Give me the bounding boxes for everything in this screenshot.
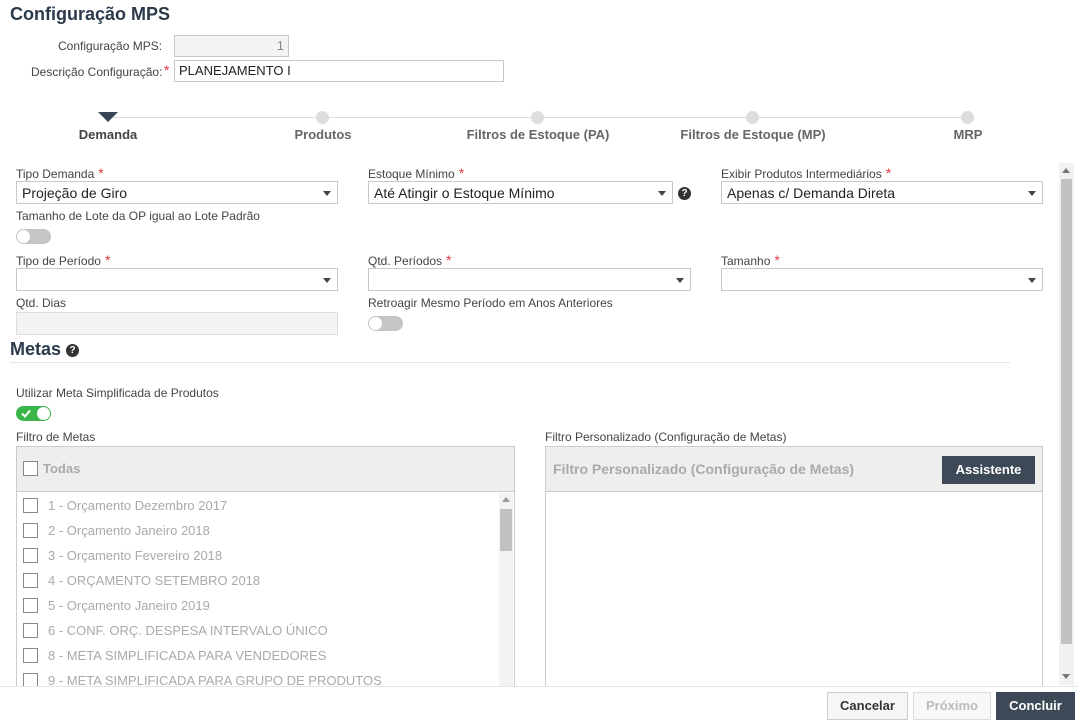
exibir-produtos-select[interactable]: Apenas c/ Demanda Direta <box>721 181 1043 204</box>
stepper-dot-mrp[interactable] <box>961 111 974 124</box>
utilizar-meta-label: Utilizar Meta Simplificada de Produtos <box>16 386 219 400</box>
scrollbar-thumb[interactable] <box>500 509 512 551</box>
qtd-dias-label: Qtd. Dias <box>16 296 67 310</box>
todas-checkbox[interactable] <box>23 461 38 476</box>
scroll-up-icon[interactable] <box>502 497 510 502</box>
stepper-dot-filtros-pa[interactable] <box>531 111 544 124</box>
config-mps-field: 1 <box>174 35 289 57</box>
chevron-down-icon <box>323 191 331 196</box>
tamanho-lote-toggle[interactable] <box>16 229 51 244</box>
stepper-active-marker <box>98 112 118 122</box>
step-mrp[interactable]: MRP <box>908 127 1028 142</box>
filtro-personalizado-title: Filtro Personalizado (Configuração de Me… <box>553 461 855 477</box>
step-filtros-pa[interactable]: Filtros de Estoque (PA) <box>448 127 628 142</box>
meta-checkbox[interactable] <box>23 598 38 613</box>
conclude-button[interactable]: Concluir <box>996 692 1075 720</box>
stepper-dot-filtros-mp[interactable] <box>746 111 759 124</box>
qtd-periodos-select[interactable] <box>368 268 691 291</box>
list-item: 3 - Orçamento Fevereiro 2018 <box>48 548 223 563</box>
tipo-demanda-select[interactable]: Projeção de Giro <box>16 181 338 204</box>
list-item: 1 - Orçamento Dezembro 2017 <box>48 498 228 513</box>
page-title: Configuração MPS <box>10 4 171 24</box>
chevron-down-icon <box>323 278 331 283</box>
step-demanda[interactable]: Demanda <box>48 127 168 142</box>
filtro-metas-header <box>17 447 514 492</box>
desc-config-input[interactable]: PLANEJAMENTO I <box>174 60 504 82</box>
metas-divider <box>10 362 1010 363</box>
list-item: 8 - META SIMPLIFICADA PARA VENDEDORES <box>48 648 327 663</box>
qtd-periodos-label: Qtd. Períodos * <box>368 252 452 268</box>
filtro-personalizado-label: Filtro Personalizado (Configuração de Me… <box>545 430 787 444</box>
list-item: 2 - Orçamento Janeiro 2018 <box>48 523 210 538</box>
qtd-dias-input <box>16 312 338 335</box>
scroll-up-icon[interactable] <box>1062 168 1070 173</box>
assistente-button[interactable]: Assistente <box>942 456 1035 484</box>
required-mark: * <box>164 62 170 78</box>
meta-checkbox[interactable] <box>23 523 38 538</box>
list-item: 4 - ORÇAMENTO SETEMBRO 2018 <box>48 573 261 588</box>
chevron-down-icon <box>676 278 684 283</box>
exibir-produtos-label: Exibir Produtos Intermediários * <box>721 165 892 181</box>
tipo-periodo-label: Tipo de Período * <box>16 252 111 268</box>
page-scrollbar-thumb[interactable] <box>1061 179 1072 644</box>
stepper-dot-produtos[interactable] <box>316 111 329 124</box>
meta-checkbox[interactable] <box>23 623 38 638</box>
page-scrollbar[interactable] <box>1059 163 1074 685</box>
list-scrollbar[interactable] <box>499 493 513 695</box>
chevron-down-icon <box>1028 278 1036 283</box>
chevron-down-icon <box>1028 191 1036 196</box>
retroagir-toggle[interactable] <box>368 316 403 331</box>
meta-checkbox[interactable] <box>23 498 38 513</box>
metas-help-icon[interactable]: ? <box>66 344 79 357</box>
retroagir-label: Retroagir Mesmo Período em Anos Anterior… <box>368 296 613 310</box>
chevron-down-icon <box>658 191 666 196</box>
check-icon <box>21 409 31 418</box>
estoque-minimo-label: Estoque Mínimo * <box>368 165 465 181</box>
metas-title: Metas <box>10 339 62 359</box>
cancel-button[interactable]: Cancelar <box>827 692 908 720</box>
tamanho-lote-label: Tamanho de Lote da OP igual ao Lote Padr… <box>16 209 260 223</box>
tamanho-label: Tamanho * <box>721 252 780 268</box>
step-produtos[interactable]: Produtos <box>263 127 383 142</box>
estoque-minimo-select[interactable]: Até Atingir o Estoque Mínimo <box>368 181 673 204</box>
todas-label: Todas <box>43 461 81 476</box>
desc-config-label: Descrição Configuração: <box>31 65 163 79</box>
meta-checkbox[interactable] <box>23 648 38 663</box>
list-item: 5 - Orçamento Janeiro 2019 <box>48 598 210 613</box>
list-item: 6 - CONF. ORÇ. DESPESA INTERVALO ÚNICO <box>48 623 328 638</box>
help-icon[interactable]: ? <box>678 187 691 200</box>
scroll-down-icon[interactable] <box>1062 674 1070 679</box>
utilizar-meta-toggle[interactable] <box>16 406 51 421</box>
next-button[interactable]: Próximo <box>913 692 991 720</box>
meta-checkbox[interactable] <box>23 548 38 563</box>
meta-checkbox[interactable] <box>23 573 38 588</box>
step-filtros-mp[interactable]: Filtros de Estoque (MP) <box>663 127 843 142</box>
filtro-personalizado-panel: Filtro Personalizado (Configuração de Me… <box>545 446 1043 696</box>
tamanho-select[interactable] <box>721 268 1043 291</box>
filtro-metas-panel: Todas 1 - Orçamento Dezembro 2017 2 - Or… <box>16 446 515 696</box>
tipo-demanda-label: Tipo Demanda * <box>16 165 104 181</box>
filtro-metas-label: Filtro de Metas <box>16 430 96 444</box>
tipo-periodo-select[interactable] <box>16 268 338 291</box>
config-mps-label: Configuração MPS: <box>58 39 163 53</box>
